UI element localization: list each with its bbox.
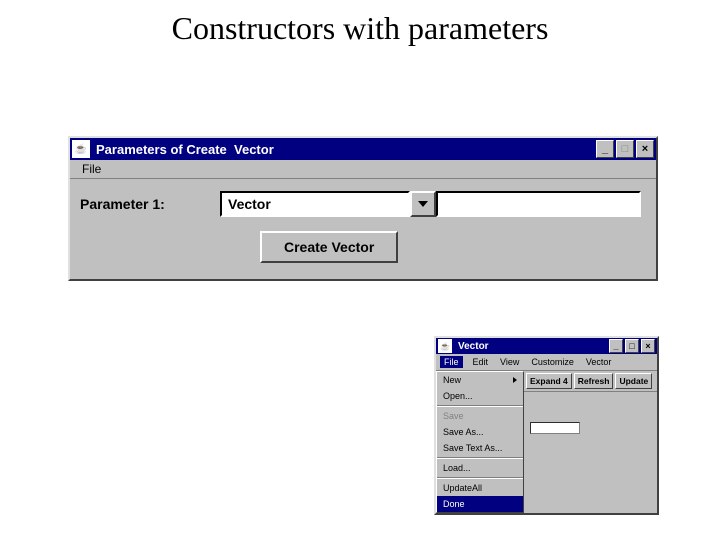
file-menu-popup: New Open... Save Save As... Save Text As… (436, 371, 524, 513)
create-vector-button[interactable]: Create Vector (260, 231, 398, 263)
parameter-1-dropdown[interactable] (410, 191, 436, 217)
menu-view[interactable]: View (498, 356, 521, 368)
dialog-parameters: ☕ Parameters of Create Vector _ □ × File… (68, 136, 658, 281)
menu-item-new[interactable]: New (437, 372, 523, 388)
close-button[interactable]: × (636, 140, 654, 158)
slide-title: Constructors with parameters (0, 0, 720, 47)
menubar-2: File Edit View Customize Vector (436, 354, 657, 371)
menu-item-update-all[interactable]: UpdateAll (437, 480, 523, 496)
chevron-down-icon (418, 201, 428, 207)
menu-file-2[interactable]: File (440, 356, 463, 368)
expand-button[interactable]: Expand 4 (526, 373, 572, 389)
window-vector: ☕ Vector _ □ × File Edit View Customize … (434, 336, 659, 515)
menu-file[interactable]: File (76, 160, 107, 178)
window-title: Parameters of Create Vector (92, 142, 594, 157)
menu-edit[interactable]: Edit (471, 356, 491, 368)
menu-item-load[interactable]: Load... (437, 460, 523, 476)
window-title-2: Vector (454, 341, 607, 352)
titlebar[interactable]: ☕ Parameters of Create Vector _ □ × (70, 138, 656, 160)
menu-item-done[interactable]: Done (437, 496, 523, 512)
parameter-1-label: Parameter 1: (80, 196, 220, 212)
menu-item-save[interactable]: Save (437, 408, 523, 424)
parameter-1-value-field[interactable] (436, 191, 641, 217)
menu-separator (437, 405, 523, 407)
menubar: File (70, 160, 656, 179)
refresh-button[interactable]: Refresh (574, 373, 614, 389)
content-area (524, 392, 657, 513)
toolbar-2: Expand 4 Refresh Update (524, 371, 657, 392)
menu-item-open[interactable]: Open... (437, 388, 523, 404)
menu-customize[interactable]: Customize (529, 356, 576, 368)
minimize-button[interactable]: _ (596, 140, 614, 158)
menu-item-save-text-as[interactable]: Save Text As... (437, 440, 523, 456)
java-cup-icon: ☕ (438, 339, 452, 353)
minimize-button[interactable]: _ (609, 339, 623, 353)
update-button[interactable]: Update (615, 373, 652, 389)
titlebar-2[interactable]: ☕ Vector _ □ × (436, 338, 657, 354)
close-button[interactable]: × (641, 339, 655, 353)
parameter-1-input[interactable]: Vector (220, 191, 410, 217)
menu-separator (437, 477, 523, 479)
maximize-button[interactable]: □ (625, 339, 639, 353)
menu-vector[interactable]: Vector (584, 356, 614, 368)
menu-separator (437, 457, 523, 459)
java-cup-icon: ☕ (72, 140, 90, 158)
maximize-button[interactable]: □ (616, 140, 634, 158)
menu-item-save-as[interactable]: Save As... (437, 424, 523, 440)
small-input[interactable] (530, 422, 580, 434)
